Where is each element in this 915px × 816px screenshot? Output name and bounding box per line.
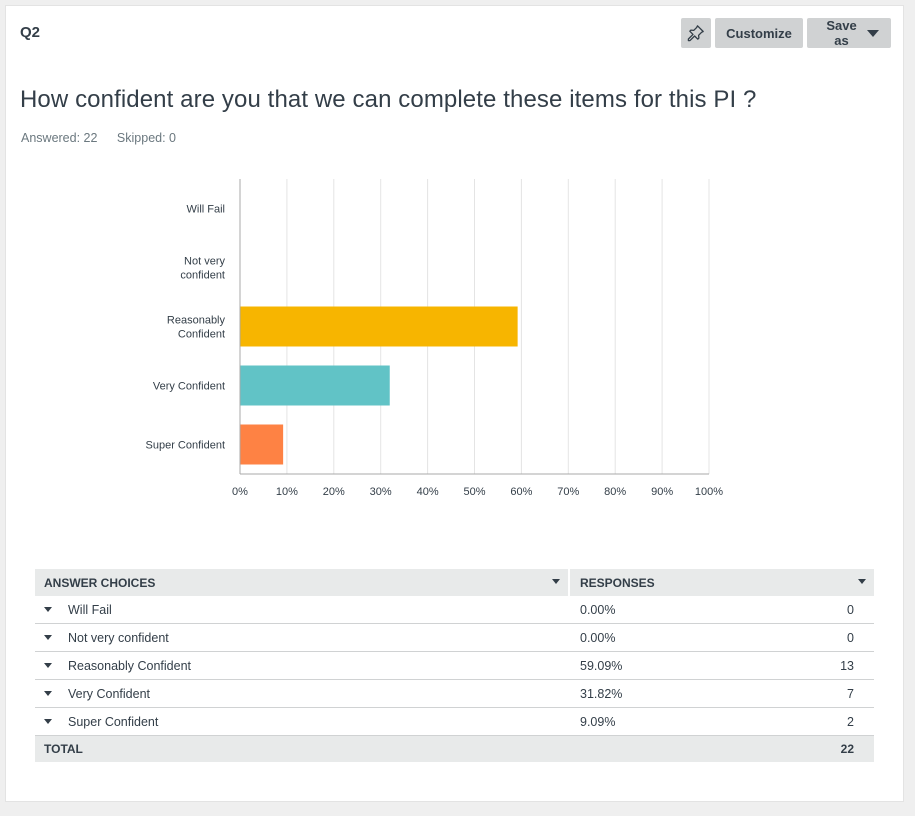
response-count: 13 xyxy=(840,658,854,673)
answered-count: Answered: 22 xyxy=(21,131,98,145)
table-row: Reasonably Confident 59.09% 13 xyxy=(35,652,874,680)
response-count: 0 xyxy=(847,630,854,645)
expand-caret-icon[interactable] xyxy=(44,719,52,724)
x-tick-label: 90% xyxy=(651,486,673,498)
choice-label: Reasonably Confident xyxy=(68,658,191,673)
x-tick-label: 50% xyxy=(463,486,485,498)
total-row: TOTAL 22 xyxy=(35,736,874,762)
chevron-down-icon xyxy=(867,29,879,37)
expand-caret-icon[interactable] xyxy=(44,607,52,612)
response-count: 0 xyxy=(847,602,854,617)
choice-label: Super Confident xyxy=(68,714,159,729)
category-label: Will Fail xyxy=(187,204,226,216)
customize-button[interactable]: Customize xyxy=(715,18,803,48)
table-header-row: ANSWER CHOICES RESPONSES xyxy=(35,569,874,596)
table-row: Not very confident 0.00% 0 xyxy=(35,624,874,652)
save-as-label: Save as xyxy=(826,18,857,48)
responses-header-label: RESPONSES xyxy=(580,575,655,590)
response-percent: 9.09% xyxy=(580,714,616,729)
expand-caret-icon[interactable] xyxy=(44,691,52,696)
bar xyxy=(240,365,390,406)
sort-caret-icon[interactable] xyxy=(858,579,866,584)
results-chart: 0% 10% 20% 30% 40% 50% 60% 70% 80% 90% 100% Will Fa… xyxy=(6,166,905,516)
sort-caret-icon[interactable] xyxy=(552,579,560,584)
response-percent: 0.00% xyxy=(580,630,616,645)
responses-header[interactable]: RESPONSES xyxy=(570,569,874,596)
save-as-button[interactable]: Save as xyxy=(807,18,891,48)
choice-label: Will Fail xyxy=(68,602,112,617)
skipped-count: Skipped: 0 xyxy=(116,131,176,145)
x-tick-label: 70% xyxy=(557,486,579,498)
category-label: Very Confident xyxy=(153,381,225,393)
choice-label: Not very confident xyxy=(68,630,169,645)
table-row: Will Fail 0.00% 0 xyxy=(35,596,874,624)
question-number: Q2 xyxy=(20,24,41,41)
table-row: Super Confident 9.09% 2 xyxy=(35,708,874,736)
results-table: ANSWER CHOICES RESPONSES Will Fail 0.00%… xyxy=(35,569,874,762)
response-percent: 0.00% xyxy=(580,602,616,617)
x-tick-label: 20% xyxy=(323,486,345,498)
total-label: TOTAL xyxy=(44,742,83,756)
bar xyxy=(240,424,284,465)
response-count: 2 xyxy=(847,714,854,729)
bar xyxy=(240,306,518,347)
x-tick-label: 80% xyxy=(604,486,626,498)
total-count: 22 xyxy=(840,742,854,756)
x-tick-label: 100% xyxy=(695,486,723,498)
question-card: Q2 Customize Save as How confident are y… xyxy=(5,5,904,802)
response-stats: Answered: 22 Skipped: 0 xyxy=(21,131,192,145)
expand-caret-icon[interactable] xyxy=(44,663,52,668)
response-percent: 59.09% xyxy=(580,658,623,673)
pin-icon xyxy=(687,25,704,42)
category-label: Not very confident xyxy=(180,256,225,282)
response-percent: 31.82% xyxy=(580,686,623,701)
table-row: Very Confident 31.82% 7 xyxy=(35,680,874,708)
category-label: Reasonably Confident xyxy=(167,315,226,341)
x-tick-label: 40% xyxy=(417,486,439,498)
x-tick-label: 10% xyxy=(276,486,298,498)
answer-choices-header[interactable]: ANSWER CHOICES xyxy=(35,569,570,596)
category-label: Super Confident xyxy=(146,440,226,452)
bar-chart: 0% 10% 20% 30% 40% 50% 60% 70% 80% 90% 100% Will Fa… xyxy=(146,179,723,498)
question-title: How confident are you that we can comple… xyxy=(20,86,757,113)
answer-choices-header-label: ANSWER CHOICES xyxy=(44,575,156,590)
x-tick-label: 0% xyxy=(232,486,248,498)
response-count: 7 xyxy=(847,686,854,701)
choice-label: Very Confident xyxy=(68,686,150,701)
expand-caret-icon[interactable] xyxy=(44,635,52,640)
pin-button[interactable] xyxy=(681,18,711,48)
x-tick-label: 30% xyxy=(370,486,392,498)
x-tick-label: 60% xyxy=(510,486,532,498)
question-toolbar: Customize Save as xyxy=(681,18,891,48)
